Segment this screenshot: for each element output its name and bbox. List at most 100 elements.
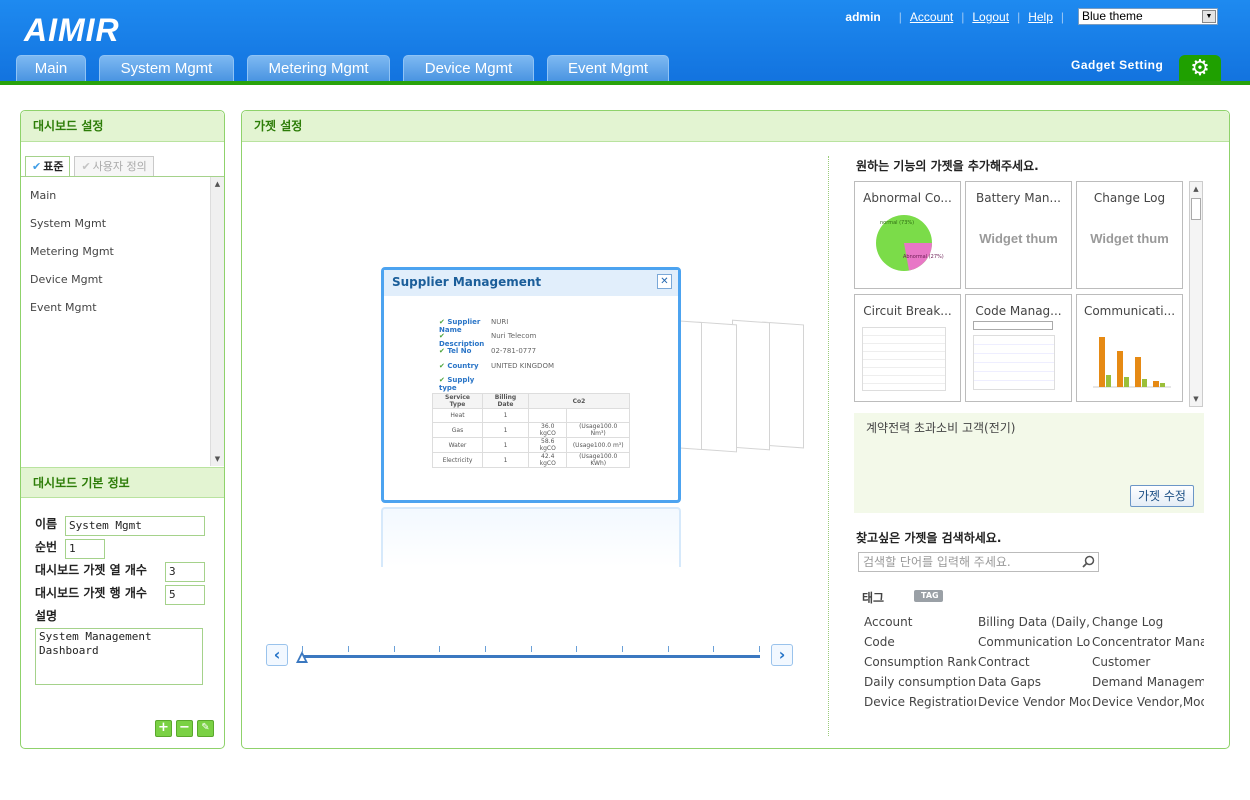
- tag-item[interactable]: Device Vendor,Mod: [1092, 695, 1204, 713]
- carousel-card[interactable]: [732, 319, 770, 451]
- carousel-card[interactable]: [697, 321, 737, 453]
- tag-item[interactable]: Daily consumption g: [864, 675, 976, 693]
- widget-scrollbar[interactable]: ▲ ▼: [1189, 181, 1203, 407]
- scroll-thumb[interactable]: [1191, 198, 1201, 220]
- tag-item[interactable]: Consumption Rankir: [864, 655, 976, 673]
- edit-icon[interactable]: ✎: [197, 720, 214, 737]
- pie-label: normal (73%): [880, 220, 915, 226]
- tab-main[interactable]: Main: [16, 55, 86, 81]
- name-field[interactable]: System Mgmt: [65, 516, 205, 536]
- account-link[interactable]: Account: [910, 10, 953, 24]
- dashboard-settings-panel: 대시보드 설정 ✔ 표준 ✔ 사용자 정의 Main System Mgmt Met…: [20, 110, 225, 749]
- theme-select-value: Blue theme: [1082, 9, 1143, 23]
- cols-field[interactable]: 3: [165, 562, 205, 582]
- tab-event-mgmt[interactable]: Event Mgmt: [547, 55, 669, 81]
- username: admin: [845, 9, 881, 24]
- table-cell: Electricity: [432, 452, 483, 468]
- tag-item[interactable]: Device Vendor Mod: [978, 695, 1090, 713]
- add-icon[interactable]: +: [155, 720, 172, 737]
- divider: [828, 156, 829, 736]
- supplier-table: Service Type Billing Date Co2 Heat 1 Gas…: [432, 393, 630, 468]
- slider-tick: [713, 646, 714, 652]
- scroll-down-icon[interactable]: ▼: [1190, 392, 1202, 406]
- table-cell: (Usage100.0 KWh): [566, 452, 630, 468]
- gadget-setting-label[interactable]: Gadget Setting: [1071, 58, 1163, 72]
- slider-tick: [576, 646, 577, 652]
- tab-custom[interactable]: ✔ 사용자 정의: [74, 156, 154, 176]
- search-icon[interactable]: [1082, 555, 1095, 568]
- edit-gadget-button[interactable]: 가젯 수정: [1130, 485, 1194, 507]
- slider-tick: [439, 646, 440, 652]
- widget-title: Battery Man...: [976, 191, 1061, 205]
- tab-system-mgmt[interactable]: System Mgmt: [99, 55, 234, 81]
- tag-item[interactable]: Code: [864, 635, 976, 653]
- widget-title: Circuit Break...: [863, 304, 952, 318]
- tab-metering-mgmt[interactable]: Metering Mgmt: [247, 55, 390, 81]
- separator: |: [961, 9, 965, 24]
- widget-card[interactable]: Abnormal Co... normal (73%) Abnormal (27…: [854, 181, 961, 289]
- description-field[interactable]: System Management Dashboard: [35, 628, 203, 685]
- info-key: Tel No: [439, 347, 491, 355]
- search-placeholder: 검색할 단어를 입력해 주세요.: [863, 555, 1011, 569]
- gadget-preview[interactable]: Supplier Management ✕ Supplier NameNURI …: [381, 267, 681, 503]
- next-arrow-icon[interactable]: ›: [771, 644, 793, 666]
- list-item[interactable]: Event Mgmt: [21, 294, 224, 322]
- tab-standard[interactable]: ✔ 표준: [25, 156, 71, 176]
- tag-item[interactable]: Concentrator Manag: [1092, 635, 1204, 653]
- carousel-slider-track[interactable]: [302, 655, 760, 658]
- tab-device-mgmt[interactable]: Device Mgmt: [403, 55, 534, 81]
- table-cell: (Usage100.0 Nm³): [566, 422, 630, 438]
- tag-item[interactable]: Customer: [1092, 655, 1204, 673]
- logout-link[interactable]: Logout: [972, 10, 1009, 24]
- widget-card[interactable]: Communicati...: [1076, 294, 1183, 402]
- table-cell: 42.4 kgCO: [527, 452, 568, 468]
- gadget-description-text: 계약전력 초과소비 고객(전기): [866, 421, 1016, 435]
- tag-item[interactable]: Demand Manageme: [1092, 675, 1204, 693]
- list-item[interactable]: Metering Mgmt: [21, 238, 224, 266]
- rows-field[interactable]: 5: [165, 585, 205, 605]
- table-cell: 58.6 kgCO: [527, 437, 568, 453]
- slider-thumb-inner: [299, 655, 305, 661]
- theme-select[interactable]: Blue theme ▼: [1078, 8, 1218, 25]
- tag-item[interactable]: Change Log: [1092, 615, 1204, 633]
- table-header: Billing Date: [481, 393, 530, 409]
- tag-item[interactable]: Device Registration: [864, 695, 976, 713]
- tag-icon: TAG: [914, 590, 943, 602]
- gear-icon[interactable]: ⚙: [1179, 55, 1221, 82]
- widget-card[interactable]: Code Manag...: [965, 294, 1072, 402]
- list-item[interactable]: Device Mgmt: [21, 266, 224, 294]
- help-link[interactable]: Help: [1028, 10, 1053, 24]
- list-item[interactable]: Main: [21, 182, 224, 210]
- gadget-search-input[interactable]: 검색할 단어를 입력해 주세요.: [858, 552, 1099, 572]
- tag-item[interactable]: Billing Data (Daily,M: [978, 615, 1090, 633]
- scrollbar[interactable]: ▲ ▼: [210, 177, 224, 466]
- scroll-down-icon[interactable]: ▼: [211, 452, 224, 466]
- tag-item[interactable]: Contract: [978, 655, 1090, 673]
- tag-item[interactable]: Account: [864, 615, 976, 633]
- tag-item[interactable]: Data Gaps: [978, 675, 1090, 693]
- panel-title: 가젯 설정: [242, 111, 1229, 142]
- scroll-up-icon[interactable]: ▲: [211, 177, 224, 191]
- widget-card[interactable]: Circuit Break...: [854, 294, 961, 402]
- list-item[interactable]: System Mgmt: [21, 210, 224, 238]
- close-icon[interactable]: ✕: [657, 274, 672, 289]
- remove-icon[interactable]: −: [176, 720, 193, 737]
- table-cell: 1: [481, 422, 530, 438]
- slider-tick: [531, 646, 532, 652]
- scroll-up-icon[interactable]: ▲: [1190, 182, 1202, 196]
- main-nav-tabs: Main System Mgmt Metering Mgmt Device Mg…: [16, 55, 682, 81]
- widget-card[interactable]: Battery Man... Widget thum: [965, 181, 1072, 289]
- order-field[interactable]: 1: [65, 539, 105, 559]
- tag-item[interactable]: Communication Log: [978, 635, 1090, 653]
- table-cell: 1: [481, 408, 530, 423]
- aimir-logo[interactable]: AIMIR: [24, 12, 120, 49]
- widget-thumbnail-placeholder: Widget thum: [1090, 231, 1169, 246]
- widget-card[interactable]: Change Log Widget thum: [1076, 181, 1183, 289]
- info-row: DescriptionNuri Telecom: [439, 332, 536, 348]
- table-thumbnail: [862, 327, 946, 391]
- prev-arrow-icon[interactable]: ‹: [266, 644, 288, 666]
- tag-label: 태그: [862, 591, 885, 605]
- tab-standard-label: 표준: [43, 160, 64, 173]
- slider-tick: [622, 646, 623, 652]
- table-row: Heat 1: [432, 408, 630, 423]
